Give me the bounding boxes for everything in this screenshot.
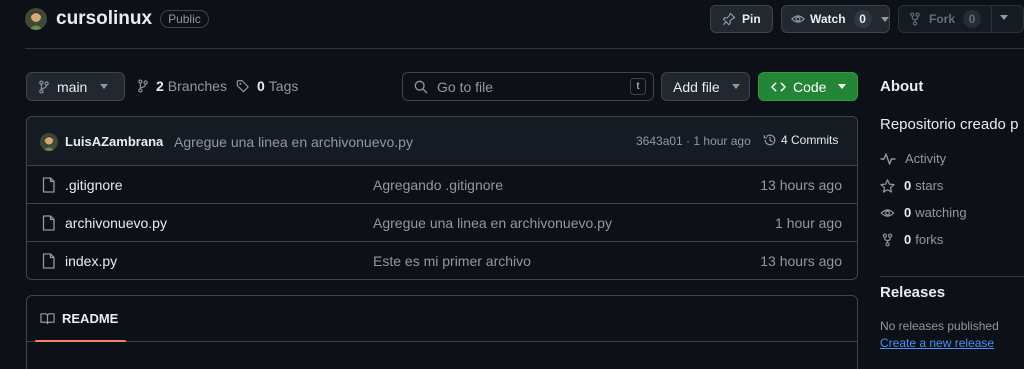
pin-button[interactable]: Pin (710, 5, 773, 33)
sidebar-divider (880, 276, 1024, 277)
file-row[interactable]: archivonuevo.py Agregue una linea en arc… (27, 204, 857, 242)
repo-title: cursolinux Public (25, 8, 209, 30)
go-to-file-input[interactable]: Go to file t (402, 72, 654, 101)
file-commit-age: 13 hours ago (760, 177, 842, 193)
chevron-down-icon[interactable] (880, 16, 889, 22)
branch-name: main (57, 78, 88, 95)
chevron-down-icon (100, 84, 109, 89)
file-listing: LuisAZambrana Agregue una linea en archi… (26, 116, 858, 280)
readme-tab[interactable]: README (40, 311, 118, 326)
file-commit-age: 13 hours ago (760, 253, 842, 269)
readme-tab-underline (35, 340, 126, 342)
commit-author[interactable]: LuisAZambrana (65, 134, 163, 149)
star-icon (880, 178, 895, 193)
activity-label: Activity (905, 151, 947, 166)
fork-icon (880, 232, 895, 247)
stars-label: stars (915, 178, 944, 193)
forks-link[interactable]: 0 forks (880, 232, 943, 247)
no-releases-text: No releases published (880, 319, 999, 333)
chevron-down-icon (838, 84, 847, 89)
repo-page: cursolinux Public Pin Watch 0 Fork 0 mai… (0, 0, 1024, 369)
tag-icon (236, 79, 250, 93)
about-description: Repositorio creado p (880, 116, 1019, 133)
file-name[interactable]: index.py (65, 253, 117, 269)
code-label: Code (793, 78, 827, 95)
file-row[interactable]: .gitignore Agregando .gitignore 13 hours… (27, 166, 857, 204)
watchers-link[interactable]: 0 watching (880, 205, 967, 220)
fork-count: 0 (963, 10, 982, 28)
add-file-label: Add file (673, 78, 720, 95)
code-icon (771, 81, 786, 93)
eye-icon (880, 206, 895, 220)
file-name[interactable]: archivonuevo.py (65, 215, 167, 231)
stars-link[interactable]: 0 stars (880, 178, 943, 193)
watch-count: 0 (853, 10, 872, 28)
branch-selector[interactable]: main (26, 72, 125, 101)
commit-sha-time[interactable]: 3643a01 · 1 hour ago (636, 134, 751, 148)
code-button[interactable]: Code (758, 72, 858, 101)
fork-label: Fork (929, 12, 956, 26)
repo-name[interactable]: cursolinux (56, 8, 152, 30)
forks-label: forks (915, 232, 944, 247)
visibility-badge: Public (160, 10, 209, 28)
activity-link[interactable]: Activity (880, 151, 946, 166)
pin-label: Pin (742, 12, 761, 26)
commits-history-link[interactable]: 4 Commits (763, 133, 838, 147)
watch-button[interactable]: Watch 0 (781, 5, 890, 33)
stars-count: 0 (904, 178, 912, 193)
readme-tab-label: README (62, 311, 119, 326)
commit-message[interactable]: Agregue una linea en archivonuevo.py (174, 134, 413, 150)
file-row[interactable]: index.py Este es mi primer archivo 13 ho… (27, 242, 857, 279)
about-heading: About (880, 78, 924, 95)
owner-avatar[interactable] (25, 8, 47, 30)
fork-dropdown-chevron-icon[interactable] (1000, 15, 1008, 20)
latest-commit-bar: LuisAZambrana Agregue una linea en archi… (27, 117, 857, 166)
file-icon (42, 215, 55, 231)
commits-count-label: 4 Commits (781, 133, 839, 147)
keyboard-shortcut-hint: t (630, 78, 646, 95)
releases-heading[interactable]: Releases (880, 284, 945, 301)
header-divider (25, 48, 1024, 49)
file-icon (42, 253, 55, 269)
tags-count: 0 (257, 78, 265, 94)
tags-link[interactable]: 0 Tags (236, 78, 298, 94)
fork-divider (991, 5, 992, 33)
pulse-icon (880, 152, 896, 166)
branch-icon (137, 79, 149, 93)
file-commit-message[interactable]: Agregando .gitignore (373, 177, 503, 193)
forks-count: 0 (904, 232, 912, 247)
tags-label: Tags (268, 78, 299, 94)
author-avatar[interactable] (40, 133, 58, 151)
branches-count: 2 (156, 78, 164, 94)
file-commit-age: 1 hour ago (775, 215, 842, 231)
history-icon (763, 133, 777, 147)
watching-count: 0 (904, 205, 912, 220)
branches-link[interactable]: 2 Branches (137, 78, 227, 94)
search-icon (414, 80, 428, 94)
pin-icon (722, 12, 736, 26)
create-release-link[interactable]: Create a new release (880, 336, 994, 350)
book-icon (40, 312, 55, 325)
branch-icon (38, 79, 50, 94)
chevron-down-icon (731, 84, 740, 89)
eye-icon (791, 12, 805, 26)
watching-label: watching (915, 205, 967, 220)
file-name[interactable]: .gitignore (65, 177, 123, 193)
readme-header-divider (27, 341, 857, 342)
go-to-file-placeholder: Go to file (437, 78, 494, 95)
file-commit-message[interactable]: Agregue una linea en archivonuevo.py (373, 215, 612, 231)
watch-label: Watch (810, 12, 846, 26)
add-file-button[interactable]: Add file (661, 72, 750, 101)
fork-icon (909, 12, 921, 26)
readme-panel: README (26, 295, 858, 369)
branches-label: Branches (167, 78, 227, 94)
file-commit-message[interactable]: Este es mi primer archivo (373, 253, 531, 269)
repo-header: cursolinux Public Pin Watch 0 Fork 0 (0, 0, 1024, 48)
file-icon (42, 177, 55, 193)
